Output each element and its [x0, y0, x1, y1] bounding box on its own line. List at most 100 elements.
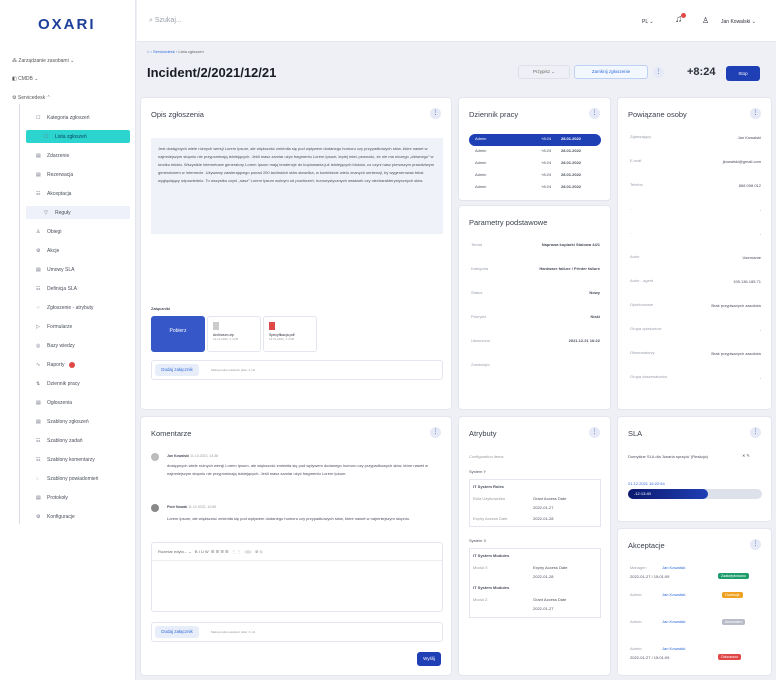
info-icon[interactable]: ⋮ — [750, 108, 761, 119]
nav-servicedesk[interactable]: ⚙ Servicedesk ⌃ — [12, 95, 51, 101]
sidebar-item[interactable]: ⚙ Akcje — [26, 244, 130, 257]
sidebar-item[interactable]: ▤ Umowy SLA — [26, 263, 130, 276]
acceptances-title: Akceptacje — [628, 541, 665, 550]
nav-icon: ∿ — [36, 361, 41, 368]
person-value: Jan Kowalski — [737, 135, 761, 140]
file-tile-pdf[interactable]: Specyfikacja.pdf 12.11.2022, 1.4 kB — [263, 316, 317, 352]
send-button[interactable]: Wyślij — [417, 652, 441, 666]
sidebar-item[interactable]: ☐ Lista zgłoszeń — [26, 130, 130, 143]
home-icon[interactable]: ⌂ — [147, 49, 149, 54]
sidebar-item[interactable]: ♙ Obiegi — [26, 225, 130, 238]
info-icon[interactable]: ⋮ — [750, 427, 761, 438]
sidebar-item[interactable]: ◌ Szablony powiadomień — [26, 472, 130, 485]
sidebar-item-label: Zgłoszenie - atrybuty — [47, 304, 94, 311]
worklog-date: 28.01.2022 — [561, 184, 582, 189]
sidebar-item[interactable]: ⇅ Dziennik pracy — [26, 377, 130, 390]
person-value: - — [759, 327, 761, 332]
breadcrumb: ⌂ › Servicedesk › Lista zgłoszeń — [147, 49, 204, 54]
comment-author: Jan Kowalski 11.10.2022, 14:38 — [167, 454, 219, 458]
param-value: Naprawa kopiarki Stalowa 44/1 — [541, 242, 600, 247]
person-label: - — [630, 230, 632, 235]
worklog-user: Admin — [475, 172, 487, 177]
sidebar-item[interactable]: ▤ Zdarzenie — [26, 149, 130, 162]
attributes-title: Atrybuty — [469, 429, 497, 438]
sidebar-item[interactable]: ▤ Protokoły — [26, 491, 130, 504]
sidebar-item-label: Bazy wiedzy — [47, 342, 75, 349]
nav-icon: ▤ — [36, 494, 41, 501]
nav-zarzadzanie[interactable]: ⁂ Zarządzanie zasobami ⌄ — [12, 58, 74, 64]
nav-icon: ▤ — [36, 418, 41, 425]
sidebar-item[interactable]: ▽ Reguły — [26, 206, 130, 219]
avatar — [151, 504, 159, 512]
sidebar-item[interactable]: ▤ Ogłoszenia — [26, 396, 130, 409]
add-attachment-button[interactable]: Dodaj załącznik — [155, 364, 199, 376]
worklog-active-row[interactable] — [469, 134, 601, 146]
comment-editor[interactable]: Rozmiar edyto... ⌄ B I U W ☰ ☰ ☰ ☰ ⋮ ⋮ ◁… — [151, 542, 443, 612]
user-menu[interactable]: Jan Kowalski ⌄ — [721, 19, 756, 25]
person-value: Username — [742, 255, 761, 260]
sidebar-item[interactable]: ⚙ Konfiguracje — [26, 510, 130, 523]
sidebar-item[interactable]: ▤ Rezerwacja — [26, 168, 130, 181]
info-icon[interactable]: ⋮ — [750, 539, 761, 550]
sidebar-item-label: Formularze — [47, 323, 73, 330]
worklog-date: 28.01.2022 — [561, 136, 582, 141]
param-label: Kategoria — [471, 266, 489, 271]
sidebar-item[interactable]: ☷ Definicja SLA — [26, 282, 130, 295]
acceptance-user: Jan Kowalski — [662, 619, 686, 624]
sidebar-item[interactable]: ☷ Akceptacja — [26, 187, 130, 200]
sidebar-item[interactable]: ☷ Szablony komentarzy — [26, 453, 130, 466]
info-icon[interactable]: ⋮ — [653, 67, 664, 78]
add-attachment-button[interactable]: Dodaj załącznik — [155, 626, 199, 638]
acceptances-card: Akceptacje ⋮ Manager: Jan Kowalski 2022-01… — [617, 528, 772, 676]
person-label: E-mail — [630, 158, 642, 163]
info-icon[interactable]: ⋮ — [589, 108, 600, 119]
download-tile[interactable]: Pobierz — [151, 316, 205, 352]
person-label: Autor — [630, 254, 640, 259]
sidebar-item[interactable]: ◎ Bazy wiedzy — [26, 339, 130, 352]
nav-icon: ▽ — [44, 209, 48, 216]
editor-toolbar[interactable]: Rozmiar edyto... ⌄ B I U W ☰ ☰ ☰ ☰ ⋮ ⋮ ◁… — [152, 543, 442, 561]
user-icon[interactable]: ♙ — [702, 16, 709, 25]
language-select[interactable]: PL ⌄ — [642, 19, 654, 25]
search-input[interactable]: ⌕ Szukaj... — [149, 17, 182, 25]
info-icon[interactable]: ⋮ — [430, 108, 441, 119]
info-icon[interactable]: ⋮ — [430, 427, 441, 438]
person-label: Telefon — [630, 182, 643, 187]
nav-icon: ⁘ — [36, 304, 41, 311]
sidebar-item[interactable]: ▷ Formularze — [26, 320, 130, 333]
sidebar-item-label: Akceptacja — [47, 190, 72, 197]
person-value: Brak przypisanych zasobów — [711, 303, 761, 308]
comment-text: dostępnych wiele różnych wersji Lorem Ip… — [167, 463, 429, 476]
person-label: Zgłaszający — [630, 134, 652, 139]
acceptance-user: Jan Kowalski — [662, 592, 686, 597]
nav-cmdb[interactable]: ◧ CMDB ⌄ — [12, 76, 38, 82]
sla-progress-track: -12:13:40 — [628, 489, 762, 499]
worklog-time: +8:24 — [541, 136, 552, 141]
file-tile-zip[interactable]: Archiwum.zip 12.11.2022, 1.4 kB — [207, 316, 261, 352]
sidebar-item-label: Raporty — [47, 361, 65, 368]
sidebar-item[interactable]: ▤ Szablony zgłoszeń — [26, 415, 130, 428]
sidebar-item[interactable]: ⁘ Zgłoszenie - atrybuty — [26, 301, 130, 314]
info-icon[interactable]: ⋮ — [589, 427, 600, 438]
person-label: - — [630, 206, 632, 211]
report-badge — [68, 361, 75, 368]
person-value: - — [759, 231, 761, 236]
sidebar-item-label: Szablony zgłoszeń — [47, 418, 89, 425]
person-label: Obserwatorzy — [630, 350, 655, 355]
sidebar-item[interactable]: ☷ Szablony zadań — [26, 434, 130, 447]
worklog-user: Admin — [475, 148, 487, 153]
nav-icon: ☐ — [36, 114, 41, 121]
comments-card: Komentarze ⋮ Jan Kowalski 11.10.2022, 14… — [140, 416, 452, 676]
sidebar-item-label: Kategoria zgłoszeń — [47, 114, 90, 121]
close-ticket-button[interactable]: Zamknij zgłoszenie — [574, 65, 648, 79]
sidebar-item[interactable]: ☐ Kategoria zgłoszeń — [26, 111, 130, 124]
worklog-user: Admin — [475, 160, 487, 165]
stop-button[interactable]: Stop — [726, 66, 760, 81]
close-icon[interactable]: ✕ ✎ — [742, 453, 750, 458]
person-value: 195.136.185.71 — [733, 279, 761, 284]
sidebar-item[interactable]: ∿ Raporty — [26, 358, 130, 371]
assign-select[interactable]: Przypisz ⌄ — [518, 65, 570, 79]
sidebar-item-label: Obiegi — [47, 228, 62, 235]
page-title: Incident/2/2021/12/21 — [147, 65, 277, 80]
person-value: 888 098 012 — [738, 183, 761, 188]
